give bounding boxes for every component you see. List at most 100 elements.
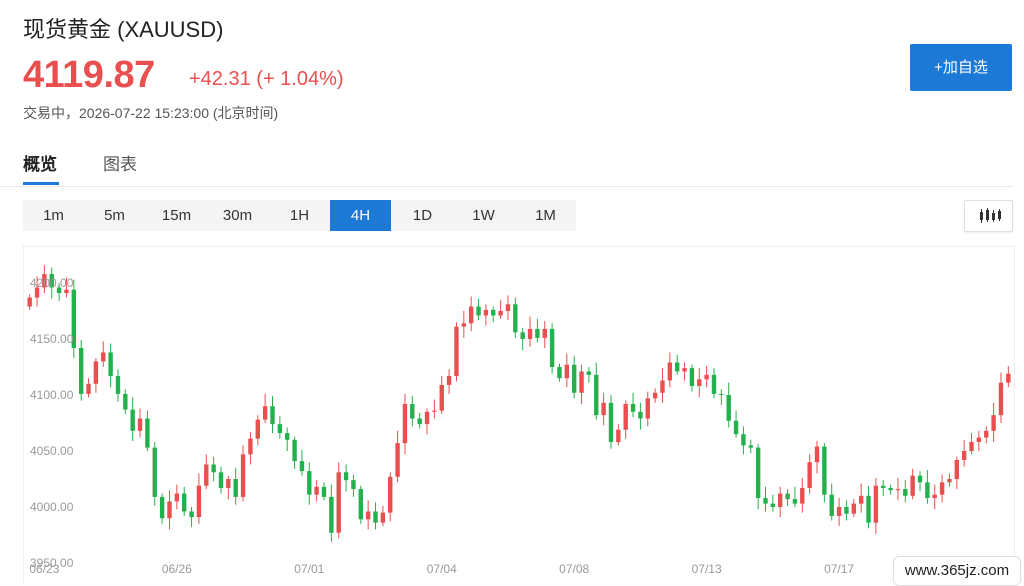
candle-body[interactable]: [101, 352, 106, 362]
candle-body[interactable]: [388, 476, 393, 513]
candle-body[interactable]: [314, 486, 319, 495]
candle-body[interactable]: [844, 507, 849, 514]
candle-body[interactable]: [380, 512, 386, 523]
candle-body[interactable]: [240, 454, 246, 497]
candle-body[interactable]: [262, 406, 268, 420]
candle-body[interactable]: [299, 461, 305, 472]
candle-body[interactable]: [939, 482, 945, 495]
candle-body[interactable]: [189, 511, 194, 518]
candle-body[interactable]: [564, 364, 570, 379]
candle-body[interactable]: [86, 383, 91, 394]
candle-body[interactable]: [903, 489, 908, 496]
candle-body[interactable]: [785, 493, 790, 500]
candle-body[interactable]: [616, 429, 621, 443]
candle-body[interactable]: [255, 419, 260, 439]
candle-body[interactable]: [778, 493, 783, 507]
candle-body[interactable]: [748, 445, 753, 448]
candle-body[interactable]: [660, 380, 665, 393]
candle-body[interactable]: [307, 471, 312, 495]
candle-body[interactable]: [851, 503, 856, 514]
candle-body[interactable]: [866, 495, 871, 523]
candle-body[interactable]: [638, 411, 643, 419]
candle-body[interactable]: [925, 482, 930, 499]
candle-body[interactable]: [468, 306, 474, 324]
candle-body[interactable]: [115, 375, 121, 394]
candle-body[interactable]: [623, 403, 628, 430]
candle-body[interactable]: [402, 403, 408, 444]
candle-body[interactable]: [483, 309, 489, 316]
candle-body[interactable]: [270, 406, 275, 425]
candle-body[interactable]: [527, 328, 533, 339]
candle-body[interactable]: [351, 480, 356, 490]
candle-body[interactable]: [535, 328, 540, 338]
candle-body[interactable]: [410, 403, 415, 419]
candle-body[interactable]: [800, 487, 805, 504]
candle-body[interactable]: [285, 433, 290, 440]
candle-body[interactable]: [807, 462, 812, 488]
candle-body[interactable]: [439, 384, 444, 411]
candle-body[interactable]: [248, 438, 253, 455]
candle-body[interactable]: [329, 496, 334, 533]
candle-body[interactable]: [93, 361, 99, 384]
candle-body[interactable]: [454, 326, 459, 376]
candle-body[interactable]: [204, 464, 209, 486]
candle-body[interactable]: [557, 367, 562, 379]
candle-body[interactable]: [491, 309, 496, 316]
candle-body[interactable]: [608, 402, 614, 443]
candle-body[interactable]: [792, 499, 798, 504]
candle-body[interactable]: [417, 418, 422, 425]
candle-body[interactable]: [814, 446, 820, 463]
candle-body[interactable]: [895, 489, 901, 491]
candle-body[interactable]: [196, 485, 202, 518]
candle-body[interactable]: [145, 418, 150, 448]
candle-body[interactable]: [174, 493, 180, 502]
candle-body[interactable]: [233, 479, 238, 497]
candle-body[interactable]: [152, 447, 157, 497]
candle-body[interactable]: [159, 496, 165, 519]
candle-body[interactable]: [277, 424, 283, 434]
candle-body[interactable]: [682, 368, 687, 372]
candle-body[interactable]: [741, 434, 746, 446]
candle-body[interactable]: [697, 379, 702, 387]
candle-body[interactable]: [947, 479, 952, 483]
candle-body[interactable]: [652, 392, 658, 399]
candle-body[interactable]: [579, 371, 584, 393]
candle-body[interactable]: [726, 395, 731, 421]
candle-body[interactable]: [630, 403, 636, 412]
candle-body[interactable]: [910, 475, 915, 496]
candle-body[interactable]: [182, 493, 187, 512]
candle-body[interactable]: [476, 306, 481, 316]
candle-body[interactable]: [675, 362, 680, 372]
candle-body[interactable]: [549, 328, 555, 367]
candle-body[interactable]: [137, 418, 143, 431]
candle-body[interactable]: [365, 511, 371, 520]
candle-body[interactable]: [505, 304, 511, 311]
candle-body[interactable]: [292, 439, 297, 462]
candle-body[interactable]: [211, 464, 216, 473]
candle-body[interactable]: [932, 494, 937, 499]
candle-body[interactable]: [520, 332, 525, 339]
candle-body[interactable]: [763, 498, 768, 504]
candle-body[interactable]: [446, 375, 452, 385]
candle-body[interactable]: [336, 472, 341, 533]
candle-body[interactable]: [432, 410, 437, 412]
candle-body[interactable]: [733, 420, 739, 435]
candle-body[interactable]: [1006, 373, 1011, 383]
candle-body[interactable]: [645, 398, 650, 419]
candle-body[interactable]: [424, 411, 430, 425]
candle-body[interactable]: [358, 489, 363, 520]
candle-body[interactable]: [513, 304, 518, 333]
candle-body[interactable]: [969, 442, 974, 451]
candle-body[interactable]: [594, 374, 599, 416]
candle-body[interactable]: [461, 323, 467, 327]
candle-body[interactable]: [954, 459, 960, 479]
candle-body[interactable]: [27, 297, 32, 307]
candle-body[interactable]: [755, 447, 761, 499]
candle-body[interactable]: [321, 486, 327, 497]
candle-body[interactable]: [991, 415, 996, 431]
candle-body[interactable]: [395, 443, 400, 477]
candle-body[interactable]: [858, 495, 864, 504]
candle-body[interactable]: [542, 328, 547, 338]
candle-body[interactable]: [998, 382, 1004, 416]
candle-body[interactable]: [822, 446, 827, 495]
